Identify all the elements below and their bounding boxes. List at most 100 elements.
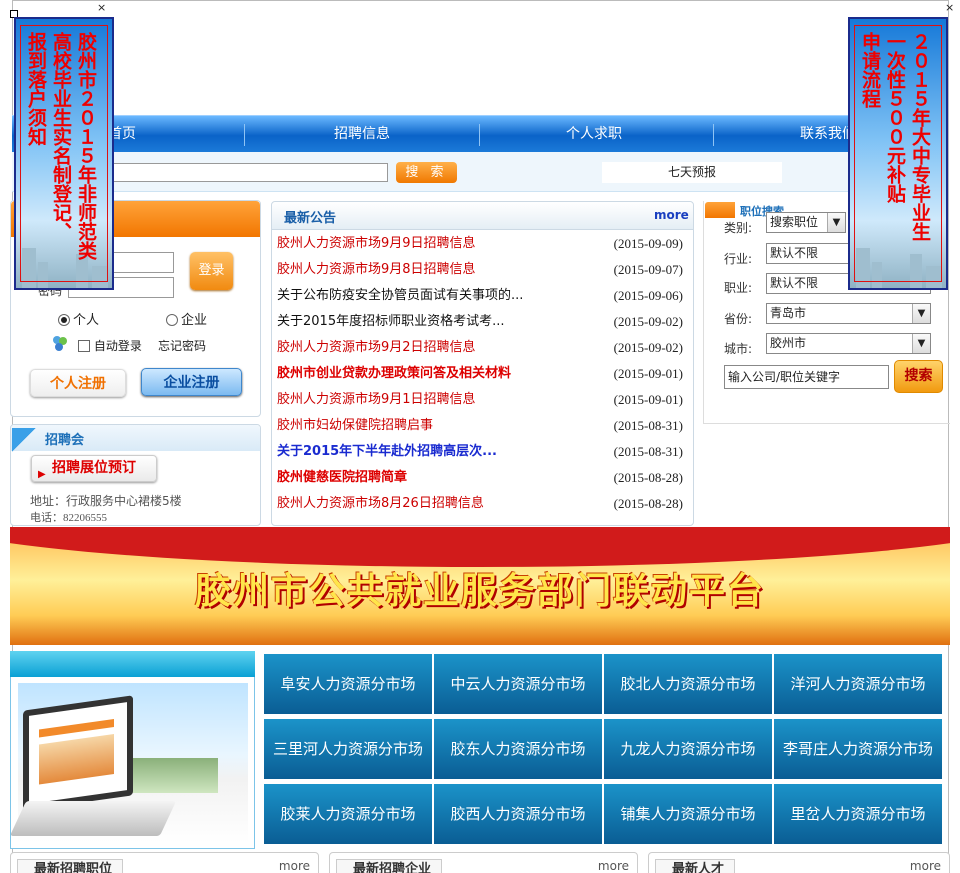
float-ad-left-frame: 胶州市２０１５年非师范类 高校毕业生实名制登记、 报到落户须知 xyxy=(20,25,108,282)
notice-link[interactable]: 关于公布防疫安全协管员面试有关事项的... xyxy=(277,283,523,309)
chevron-down-icon: ▼ xyxy=(827,213,845,232)
bottom-tab-jobs[interactable]: 最新招聘职位 xyxy=(17,859,124,873)
notice-link[interactable]: 胶州市妇幼保健院招聘启事 xyxy=(277,413,433,439)
market-link[interactable]: 胶西人力资源分市场 xyxy=(434,784,602,844)
bottom-tab-companies[interactable]: 最新招聘企业 xyxy=(336,859,443,873)
nav-divider xyxy=(244,124,245,146)
city-value: 胶州市 xyxy=(770,336,807,350)
search-button[interactable]: 搜 索 xyxy=(396,162,457,183)
notice-link[interactable]: 胶州人力资源市场9月2日招聘信息 xyxy=(277,335,476,361)
page: 首页 招聘信息 个人求职 联系我们 搜 索 七天预报 密码 登录 个人 企业 自… xyxy=(0,0,960,873)
close-icon[interactable]: × xyxy=(97,1,106,14)
nav-divider xyxy=(479,124,480,146)
notice-row[interactable]: 胶州市妇幼保健院招聘启事 (2015-08-31) xyxy=(277,413,689,439)
bottom-tab-talent[interactable]: 最新人才 xyxy=(655,859,736,873)
notice-row[interactable]: 胶州人力资源市场9月8日招聘信息 (2015-09-07) xyxy=(277,257,689,283)
bottom-more-companies[interactable]: more xyxy=(598,859,629,873)
market-link[interactable]: 九龙人力资源分市场 xyxy=(604,719,772,779)
notice-row[interactable]: 关于2015年下半年赴外招聘高层次... (2015-08-31) xyxy=(277,439,689,465)
market-link[interactable]: 胶莱人力资源分市场 xyxy=(264,784,432,844)
person-register-button[interactable]: 个人注册 xyxy=(30,369,126,397)
notice-row[interactable]: 胶州市创业贷款办理政策问答及相关材料 (2015-09-01) xyxy=(277,361,689,387)
notice-date: (2015-09-02) xyxy=(613,340,683,355)
nav-job-seeking[interactable]: 个人求职 xyxy=(534,116,654,153)
notice-link[interactable]: 胶州人力资源市场9月1日招聘信息 xyxy=(277,387,476,413)
notice-date: (2015-09-01) xyxy=(613,366,683,381)
booth-booking-label: 招聘展位预订 xyxy=(52,460,136,476)
notice-more-link[interactable]: more xyxy=(654,208,689,222)
job-fair-title: 招聘会 xyxy=(45,433,85,448)
market-link[interactable]: 中云人力资源分市场 xyxy=(434,654,602,714)
radio-person[interactable]: 个人 xyxy=(58,309,99,328)
label-city: 城市: xyxy=(724,342,753,356)
market-link[interactable]: 铺集人力资源分市场 xyxy=(604,784,772,844)
notice-row[interactable]: 关于2015年度招标师职业资格考试考... (2015-09-02) xyxy=(277,309,689,335)
radio-company[interactable]: 企业 xyxy=(166,309,207,328)
header-corner-icon xyxy=(12,428,36,452)
search-input[interactable] xyxy=(100,163,388,182)
market-link[interactable]: 洋河人力资源分市场 xyxy=(774,654,942,714)
notice-row[interactable]: 关于公布防疫安全协管员面试有关事项的... (2015-09-06) xyxy=(277,283,689,309)
market-link[interactable]: 三里河人力资源分市场 xyxy=(264,719,432,779)
nav-jobs[interactable]: 招聘信息 xyxy=(302,116,422,153)
notice-link[interactable]: 胶州健慈医院招聘简章 xyxy=(277,465,407,491)
market-link[interactable]: 阜安人力资源分市场 xyxy=(264,654,432,714)
notice-row[interactable]: 胶州人力资源市场9月1日招聘信息 (2015-09-01) xyxy=(277,387,689,413)
checkbox-icon xyxy=(78,340,90,352)
market-link[interactable]: 胶东人力资源分市场 xyxy=(434,719,602,779)
notice-link[interactable]: 胶州人力资源市场8月26日招聘信息 xyxy=(277,491,484,517)
province-select[interactable]: 青岛市 ▼ xyxy=(766,303,931,324)
float-ad-right-frame: ２０１５年大中专毕业生 一次性５００元补贴 申请流程 xyxy=(854,25,942,282)
notice-row[interactable]: 胶州健慈医院招聘简章 (2015-08-28) xyxy=(277,465,689,491)
type-select[interactable]: 搜索职位 ▼ xyxy=(766,212,846,233)
booth-booking-button[interactable]: ▶ 招聘展位预订 xyxy=(31,455,157,482)
banner-title: 胶州市公共就业服务部门联动平台 xyxy=(194,571,765,612)
notice-row[interactable]: 胶州人力资源市场9月2日招聘信息 (2015-09-02) xyxy=(277,335,689,361)
bottom-more-talent[interactable]: more xyxy=(910,859,941,873)
chevron-down-icon: ▼ xyxy=(912,334,930,353)
laptop-image[interactable] xyxy=(9,683,248,843)
market-link[interactable]: 李哥庄人力资源分市场 xyxy=(774,719,942,779)
msn-icon xyxy=(51,334,69,352)
login-button[interactable]: 登录 xyxy=(190,252,233,290)
job-search-button[interactable]: 搜索 xyxy=(894,360,943,393)
company-register-button[interactable]: 企业注册 xyxy=(141,368,242,396)
radio-company-label: 企业 xyxy=(181,313,208,328)
radio-person-label: 个人 xyxy=(73,313,100,328)
float-ad-right[interactable]: ２０１５年大中专毕业生 一次性５００元补贴 申请流程 xyxy=(848,17,948,290)
notice-date: (2015-08-28) xyxy=(613,470,683,485)
fair-phone: 电话：82206555 xyxy=(30,512,107,524)
position-value: 默认不限 xyxy=(770,276,819,290)
industry-value: 默认不限 xyxy=(770,246,819,260)
notice-link[interactable]: 胶州人力资源市场9月9日招聘信息 xyxy=(277,231,476,257)
bottom-more-jobs[interactable]: more xyxy=(279,859,310,873)
arrow-icon: ▶ xyxy=(38,469,46,480)
notice-row[interactable]: 胶州人力资源市场9月9日招聘信息 (2015-09-09) xyxy=(277,231,689,257)
notice-date: (2015-09-06) xyxy=(613,288,683,303)
laptop-screen xyxy=(23,695,133,811)
market-link[interactable]: 胶北人力资源分市场 xyxy=(604,654,772,714)
float-ad-left[interactable]: 胶州市２０１５年非师范类 高校毕业生实名制登记、 报到落户须知 xyxy=(14,17,114,290)
keyword-input[interactable]: 输入公司/职位关键字 xyxy=(724,365,889,389)
radio-icon xyxy=(166,314,178,326)
label-province: 省份: xyxy=(724,312,753,326)
market-link[interactable]: 里岔人力资源分市场 xyxy=(774,784,942,844)
float-left-line-1: 胶州市２０１５年非师范类 xyxy=(75,32,97,260)
close-icon[interactable]: × xyxy=(945,1,954,14)
label-type: 类别: xyxy=(724,221,753,235)
promo-image-header xyxy=(10,651,255,677)
notice-link[interactable]: 关于2015年下半年赴外招聘高层次... xyxy=(277,439,497,465)
forgot-password-link[interactable]: 忘记密码 xyxy=(158,337,206,354)
notice-link[interactable]: 胶州市创业贷款办理政策问答及相关材料 xyxy=(277,361,511,387)
float-right-line-2: 一次性５００元补贴 xyxy=(884,32,906,203)
auto-login[interactable]: 自动登录 xyxy=(78,337,142,354)
label-position: 职业: xyxy=(724,281,753,295)
notice-row[interactable]: 胶州人力资源市场8月26日招聘信息 (2015-08-28) xyxy=(277,491,689,517)
platform-banner[interactable]: 胶州市公共就业服务部门联动平台 xyxy=(10,527,950,645)
float-left-line-3: 报到落户须知 xyxy=(25,32,47,146)
notice-link[interactable]: 胶州人力资源市场9月8日招聘信息 xyxy=(277,257,476,283)
notice-date: (2015-09-02) xyxy=(613,314,683,329)
notice-link[interactable]: 关于2015年度招标师职业资格考试考... xyxy=(277,309,504,335)
weather-forecast[interactable]: 七天预报 xyxy=(602,162,782,183)
city-select[interactable]: 胶州市 ▼ xyxy=(766,333,931,354)
